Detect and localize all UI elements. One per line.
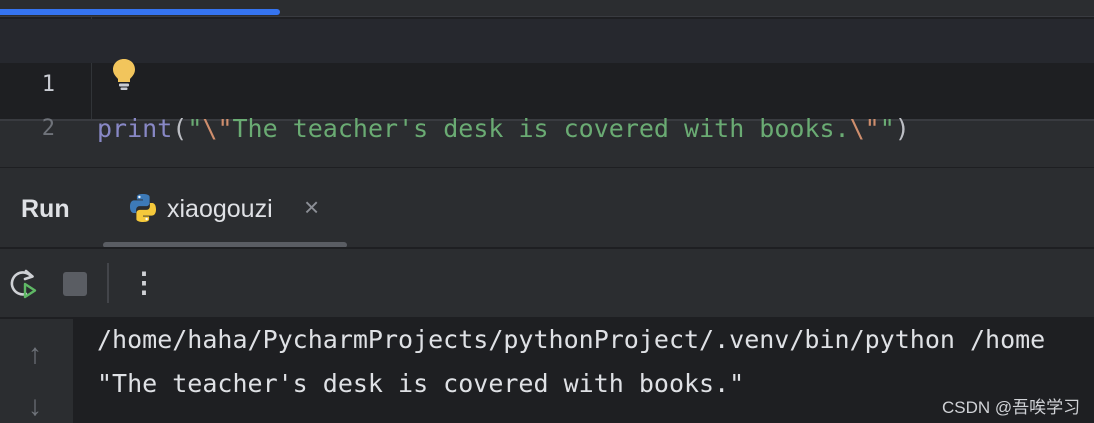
code-line-1[interactable]: 1 print("\"The teacher's desk is covered… [0,19,1094,143]
more-options-icon[interactable]: ⋮ [130,263,158,303]
scroll-down-icon[interactable]: ↓ [18,389,52,423]
editor-tab-strip [0,0,1094,16]
run-tab-label: xiaogouzi [167,195,273,223]
token-function: print [97,114,173,143]
run-panel-title: Run [21,195,70,223]
console-gutter: ↑ ↓ [0,319,73,423]
token-paren-open: ( [172,114,188,143]
run-tab-xiaogouzi[interactable]: xiaogouzi × [103,168,347,248]
rerun-icon[interactable] [6,267,40,301]
python-icon [130,194,156,222]
watermark: CSDN @吾唉学习 [942,398,1081,417]
token-string: The teacher's desk is covered with books… [232,114,850,143]
console-output-line: /home/haha/PycharmProjects/pythonProject… [97,325,1046,354]
token-paren-close: ) [894,114,910,143]
code-editor[interactable]: 1 print("\"The teacher's desk is covered… [0,16,1094,143]
active-editor-tab-indicator[interactable] [0,9,280,15]
console-output-line: "The teacher's desk is covered with book… [97,369,745,398]
token-quote-open: " [187,114,203,143]
stop-icon[interactable] [63,272,87,296]
scroll-up-icon[interactable]: ↑ [18,337,52,371]
close-icon[interactable]: × [304,192,319,223]
token-escape: \" [849,114,880,143]
run-tool-window-header: Run xiaogouzi × [0,167,1094,248]
code-line-2[interactable]: 2 [0,63,1094,141]
lightbulb-icon[interactable] [110,57,138,91]
toolbar-separator [107,263,109,303]
run-console[interactable]: ↑ ↓ /home/haha/PycharmProjects/pythonPro… [0,319,1094,423]
token-escape: \" [202,114,233,143]
line-number: 2 [41,116,55,141]
token-quote-close: " [879,114,895,143]
run-toolbar: ⋮ [0,249,1094,317]
code-text[interactable]: print("\"The teacher's desk is covered w… [97,107,910,151]
